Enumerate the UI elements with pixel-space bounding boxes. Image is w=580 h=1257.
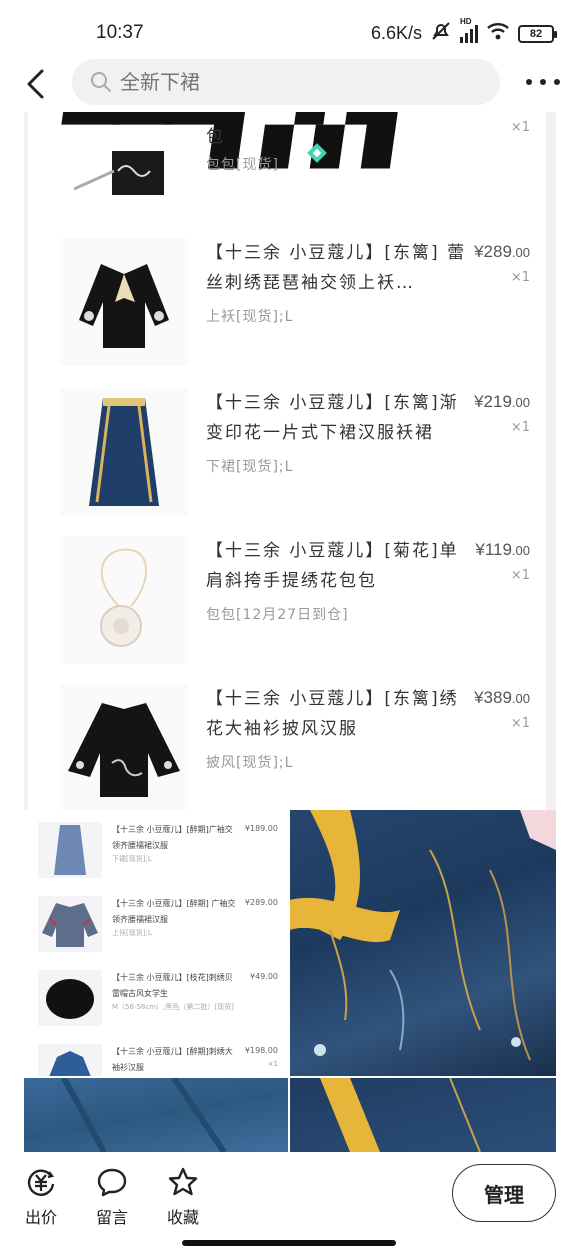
dot-icon xyxy=(526,79,532,85)
ribbon-photo[interactable] xyxy=(290,1078,556,1152)
status-indicators: 6.6K/s HD 82 xyxy=(370,17,557,47)
product-title: 【十三余 小豆蔻儿】[东篱]渐变印花一片式下裙汉服袄裙 xyxy=(206,393,459,443)
price-dec: .00 xyxy=(511,543,530,558)
back-button[interactable] xyxy=(20,66,50,102)
order-item: 【十三余 小豆蔻儿】[菊花]单肩斜挎手提绣花包包 ¥119.00 ×1 包包[1… xyxy=(28,536,546,671)
status-bar: 10:37 6.6K/s HD 82 xyxy=(0,0,580,62)
product-qty: ×1 xyxy=(510,120,530,135)
post-images: ▀▀▀▌▞▞▌ 包 ×1 包包[现货] 【十三余 小豆蔻儿】[东篱] 蕾丝刺绣琵… xyxy=(0,112,580,1152)
signal-icon: HD xyxy=(460,17,478,43)
price-int: ¥219 xyxy=(474,392,512,411)
message-button[interactable]: 留言 xyxy=(87,1166,137,1228)
home-indicator[interactable] xyxy=(182,1240,396,1246)
bottom-action-bar: 出价 留言 收藏 管理 xyxy=(0,1152,580,1257)
dot-icon xyxy=(554,79,560,85)
product-qty: ×1 xyxy=(510,420,530,435)
offer-button[interactable]: 出价 xyxy=(16,1166,66,1228)
mini-spec: 上袄[现货];L xyxy=(112,929,152,937)
product-title: 【十三余 小豆蔻儿】[菊花]单肩斜挎手提绣花包包 xyxy=(206,541,459,591)
price-dec: .00 xyxy=(511,395,530,410)
product-qty: ×1 xyxy=(510,270,530,285)
product-thumbnail xyxy=(60,238,188,366)
price-int: ¥289 xyxy=(474,242,512,261)
mini-title: 【十三余 小豆蔻儿】[枝花]刺绣贝雷帽古风女学生 xyxy=(112,973,233,998)
price-int: ¥389 xyxy=(474,688,512,707)
mini-order-item: 【十三余 小豆蔻儿】[醉期]刺绣大袖衫汉服 ¥198.00 ×1 xyxy=(32,1042,288,1076)
order-item: 【十三余 小豆蔻儿】[东篱]绣花大袖衫披风汉服 ¥389.00 ×1 披风[现货… xyxy=(28,684,546,810)
product-title: 包 xyxy=(206,127,225,147)
product-price: ¥389.00 xyxy=(474,688,530,708)
mini-thumbnail xyxy=(38,970,102,1026)
product-thumbnail xyxy=(60,388,188,516)
product-spec: 上袄[现货];L xyxy=(206,309,294,325)
product-title: 【十三余 小豆蔻儿】[东篱] 蕾丝刺绣琵琶袖交领上袄… xyxy=(206,243,467,293)
product-price: ¥289.00 xyxy=(474,242,530,262)
order-item: ▀▀▀▌▞▞▌ 包 ×1 包包[现货] xyxy=(28,112,546,247)
photo-grid: 【十三余 小豆蔻儿】[醉期]广袖交领齐腰襦裙汉服 ¥189.00 下裙[现货];… xyxy=(24,810,556,1152)
favorite-label: 收藏 xyxy=(166,1208,199,1227)
mini-price: ¥289.00 xyxy=(244,898,278,907)
more-options-button[interactable] xyxy=(526,70,560,94)
mini-order-item: 【十三余 小豆蔻儿】[醉期]广袖交领齐腰襦裙汉服 ¥189.00 下裙[现货];… xyxy=(32,820,288,882)
star-icon xyxy=(168,1167,198,1196)
price-dec: .00 xyxy=(511,691,530,706)
battery-icon: 82 xyxy=(518,24,557,43)
message-label: 留言 xyxy=(95,1208,128,1227)
signal-label: HD xyxy=(460,16,472,26)
mini-price: ¥49.00 xyxy=(250,972,278,981)
product-price: ¥119.00 xyxy=(475,540,530,560)
search-icon xyxy=(91,72,111,92)
product-spec: 下裙[现货];L xyxy=(206,459,294,475)
product-spec: 包包[现货] xyxy=(206,157,279,173)
price-dec: .00 xyxy=(511,245,530,260)
mini-qty: ×1 xyxy=(267,1060,278,1068)
mini-thumbnail xyxy=(38,896,102,952)
chat-bubble-icon xyxy=(97,1168,127,1197)
fabric-photo[interactable] xyxy=(24,1078,288,1152)
battery-level: 82 xyxy=(529,27,543,40)
nav-bar xyxy=(0,58,580,112)
product-price: ¥219.00 xyxy=(474,392,530,412)
mini-spec: 下裙[现货];L xyxy=(112,855,152,863)
mini-thumbnail xyxy=(38,822,102,878)
favorite-button[interactable]: 收藏 xyxy=(158,1166,208,1228)
mini-price: ¥189.00 xyxy=(244,824,278,833)
mini-title: 【十三余 小豆蔻儿】[醉期]广袖交领齐腰襦裙汉服 xyxy=(112,825,233,850)
manage-button[interactable]: 管理 xyxy=(452,1164,556,1222)
mini-order-item: 【十三余 小豆蔻儿】[枝花]刺绣贝雷帽古风女学生 ¥49.00 M（56-58c… xyxy=(32,968,288,1030)
status-time: 10:37 xyxy=(96,22,144,43)
product-spec: 包包[12月27日到仓] xyxy=(206,607,349,623)
yen-coin-icon xyxy=(27,1169,55,1196)
mini-thumbnail xyxy=(38,1044,102,1076)
mini-order-item: 【十三余 小豆蔻儿】[醉期] 广袖交领齐腰襦裙汉服 ¥289.00 上袄[现货]… xyxy=(32,894,288,956)
wifi-icon xyxy=(486,21,510,46)
product-thumbnail xyxy=(60,684,188,810)
product-thumbnail xyxy=(60,536,188,664)
search-input[interactable] xyxy=(120,70,460,94)
offer-label: 出价 xyxy=(24,1208,57,1227)
product-qty: ×1 xyxy=(510,716,530,731)
price-int: ¥119 xyxy=(475,540,512,559)
dress-photo[interactable] xyxy=(290,810,556,1076)
order-screenshot-thumbnail[interactable]: 【十三余 小豆蔻儿】[醉期]广袖交领齐腰襦裙汉服 ¥189.00 下裙[现货];… xyxy=(24,810,288,1076)
product-spec: 披风[现货];L xyxy=(206,755,294,771)
order-screenshot-image[interactable]: ▀▀▀▌▞▞▌ 包 ×1 包包[现货] 【十三余 小豆蔻儿】[东篱] 蕾丝刺绣琵… xyxy=(24,112,556,810)
mute-icon xyxy=(430,20,452,47)
search-bar[interactable] xyxy=(72,59,500,105)
mini-title: 【十三余 小豆蔻儿】[醉期]刺绣大袖衫汉服 xyxy=(112,1047,233,1072)
product-thumbnail xyxy=(60,112,188,220)
chevron-left-icon xyxy=(27,69,44,99)
network-speed: 6.6K/s xyxy=(370,23,422,43)
product-title: 【十三余 小豆蔻儿】[东篱]绣花大袖衫披风汉服 xyxy=(206,689,459,739)
order-item: 【十三余 小豆蔻儿】[东篱] 蕾丝刺绣琵琶袖交领上袄… ¥289.00 ×1 上… xyxy=(28,238,546,373)
product-qty: ×1 xyxy=(510,568,530,583)
dot-icon xyxy=(540,79,546,85)
mini-title: 【十三余 小豆蔻儿】[醉期] 广袖交领齐腰襦裙汉服 xyxy=(112,899,236,924)
mini-price: ¥198.00 xyxy=(244,1046,278,1055)
order-item: 【十三余 小豆蔻儿】[东篱]渐变印花一片式下裙汉服袄裙 ¥219.00 ×1 下… xyxy=(28,388,546,523)
mini-spec: M（56-58cm）;黑色（第二批）[现货] xyxy=(112,1003,234,1011)
